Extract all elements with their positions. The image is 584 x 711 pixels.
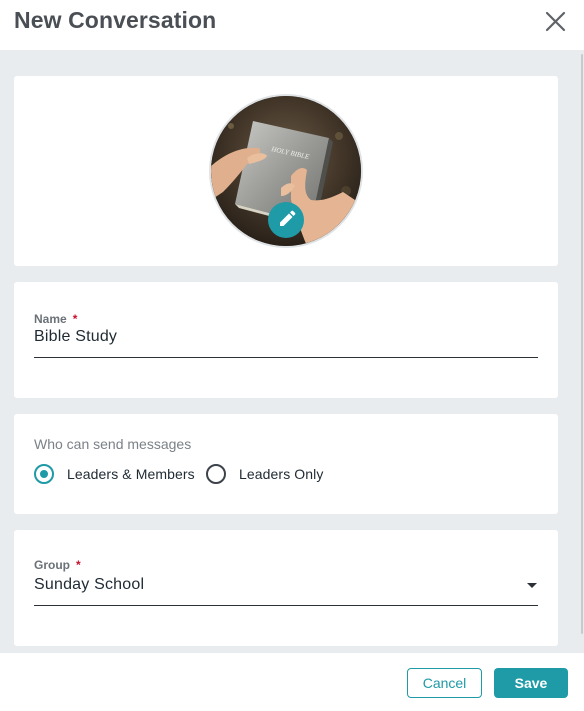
group-required-mark: * (76, 558, 81, 572)
radio-checked-icon (34, 464, 54, 484)
name-required-mark: * (72, 312, 78, 326)
radio-unchecked-icon (206, 464, 226, 484)
name-input[interactable]: Bible Study (34, 328, 117, 346)
close-button[interactable] (542, 8, 570, 36)
photo-card: HOLY BIBLE (14, 76, 558, 266)
radio-dot (40, 470, 48, 478)
dialog-footer: Cancel Save (0, 653, 584, 711)
cancel-button[interactable]: Cancel (407, 668, 482, 698)
caret-down-icon[interactable] (527, 583, 537, 588)
scrollbar-thumb[interactable] (581, 54, 583, 634)
pencil-icon (280, 210, 296, 226)
permissions-card: Who can send messages Leaders & Members … (14, 414, 558, 514)
close-icon (545, 11, 566, 32)
dialog-body[interactable]: HOLY BIBLE Name * Bible Study Who can sen… (0, 50, 580, 653)
radio-leaders-and-members-label: Leaders & Members (67, 466, 195, 482)
permissions-label: Who can send messages (34, 436, 192, 452)
group-underline (34, 605, 538, 606)
name-underline (34, 357, 538, 358)
name-card: Name * Bible Study (14, 282, 558, 398)
radio-leaders-and-members[interactable]: Leaders & Members (34, 463, 204, 485)
group-select[interactable]: Sunday School (34, 576, 144, 594)
dialog-title: New Conversation (14, 7, 217, 33)
radio-leaders-only-label: Leaders Only (239, 466, 324, 482)
name-label: Name * (34, 312, 77, 326)
save-button[interactable]: Save (494, 668, 568, 698)
edit-photo-button[interactable] (268, 202, 304, 238)
dialog-header: New Conversation (0, 0, 584, 50)
radio-leaders-only[interactable]: Leaders Only (206, 463, 336, 485)
group-label-text: Group (34, 558, 70, 572)
group-card: Group * Sunday School (14, 530, 558, 646)
group-label: Group * (34, 558, 81, 572)
name-label-text: Name (34, 312, 67, 326)
